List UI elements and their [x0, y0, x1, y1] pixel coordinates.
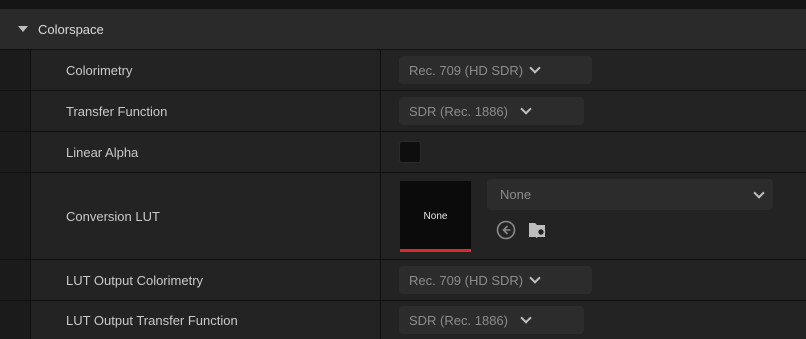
dropdown-value: SDR (Rec. 1886) — [409, 312, 508, 328]
dropdown-value: Rec. 709 (HD SDR) — [409, 272, 524, 288]
row-gutter — [0, 173, 31, 259]
property-label: Colorimetry — [31, 50, 381, 90]
dropdown-value: Rec. 709 (HD SDR) — [409, 62, 524, 78]
row-gutter — [0, 91, 31, 131]
lut-asset-picker[interactable]: None — [487, 179, 773, 210]
colorimetry-dropdown[interactable]: Rec. 709 (HD SDR) — [399, 56, 592, 84]
section-title: Colorspace — [38, 21, 104, 37]
property-value — [381, 132, 806, 172]
property-label: Transfer Function — [31, 91, 381, 131]
caret-down-icon[interactable] — [18, 26, 28, 32]
row-gutter — [0, 50, 31, 90]
property-row-transfer-function: Transfer Function SDR (Rec. 1886) — [0, 91, 806, 132]
property-value: SDR (Rec. 1886) — [381, 301, 806, 339]
chevron-down-icon — [753, 186, 765, 199]
details-panel: Colorspace Colorimetry Rec. 709 (HD SDR)… — [0, 0, 806, 339]
dropdown-value: SDR (Rec. 1886) — [409, 103, 508, 119]
property-label: LUT Output Transfer Function — [31, 301, 381, 339]
arrow-left-circle-icon[interactable] — [495, 219, 517, 241]
property-row-colorimetry: Colorimetry Rec. 709 (HD SDR) — [0, 50, 806, 91]
property-value: Rec. 709 (HD SDR) — [381, 260, 806, 300]
property-row-lut-output-transfer-function: LUT Output Transfer Function SDR (Rec. 1… — [0, 301, 806, 339]
lut-output-colorimetry-dropdown[interactable]: Rec. 709 (HD SDR) — [399, 266, 592, 294]
property-row-linear-alpha: Linear Alpha — [0, 132, 806, 173]
property-label: Conversion LUT — [31, 173, 381, 259]
chevron-down-icon — [520, 312, 532, 324]
folder-search-icon[interactable] — [527, 219, 549, 241]
property-row-lut-output-colorimetry: LUT Output Colorimetry Rec. 709 (HD SDR) — [0, 260, 806, 301]
thumbnail-label: None — [423, 211, 448, 222]
asset-type-color-bar — [400, 249, 471, 252]
chevron-down-icon — [529, 62, 541, 74]
property-value: Rec. 709 (HD SDR) — [381, 50, 806, 90]
row-gutter — [0, 132, 31, 172]
chevron-down-icon — [520, 103, 532, 115]
row-gutter — [0, 260, 31, 300]
row-gutter — [0, 301, 31, 339]
property-label: Linear Alpha — [31, 132, 381, 172]
transfer-function-dropdown[interactable]: SDR (Rec. 1886) — [399, 97, 584, 125]
chevron-down-icon — [529, 272, 541, 284]
lut-asset-thumbnail[interactable]: None — [399, 180, 472, 253]
asset-picker-value: None — [500, 187, 532, 202]
lut-output-transfer-function-dropdown[interactable]: SDR (Rec. 1886) — [399, 306, 584, 334]
property-value: SDR (Rec. 1886) — [381, 91, 806, 131]
colorspace-section-header[interactable]: Colorspace — [0, 9, 806, 50]
property-label: LUT Output Colorimetry — [31, 260, 381, 300]
linear-alpha-checkbox[interactable] — [399, 141, 421, 163]
